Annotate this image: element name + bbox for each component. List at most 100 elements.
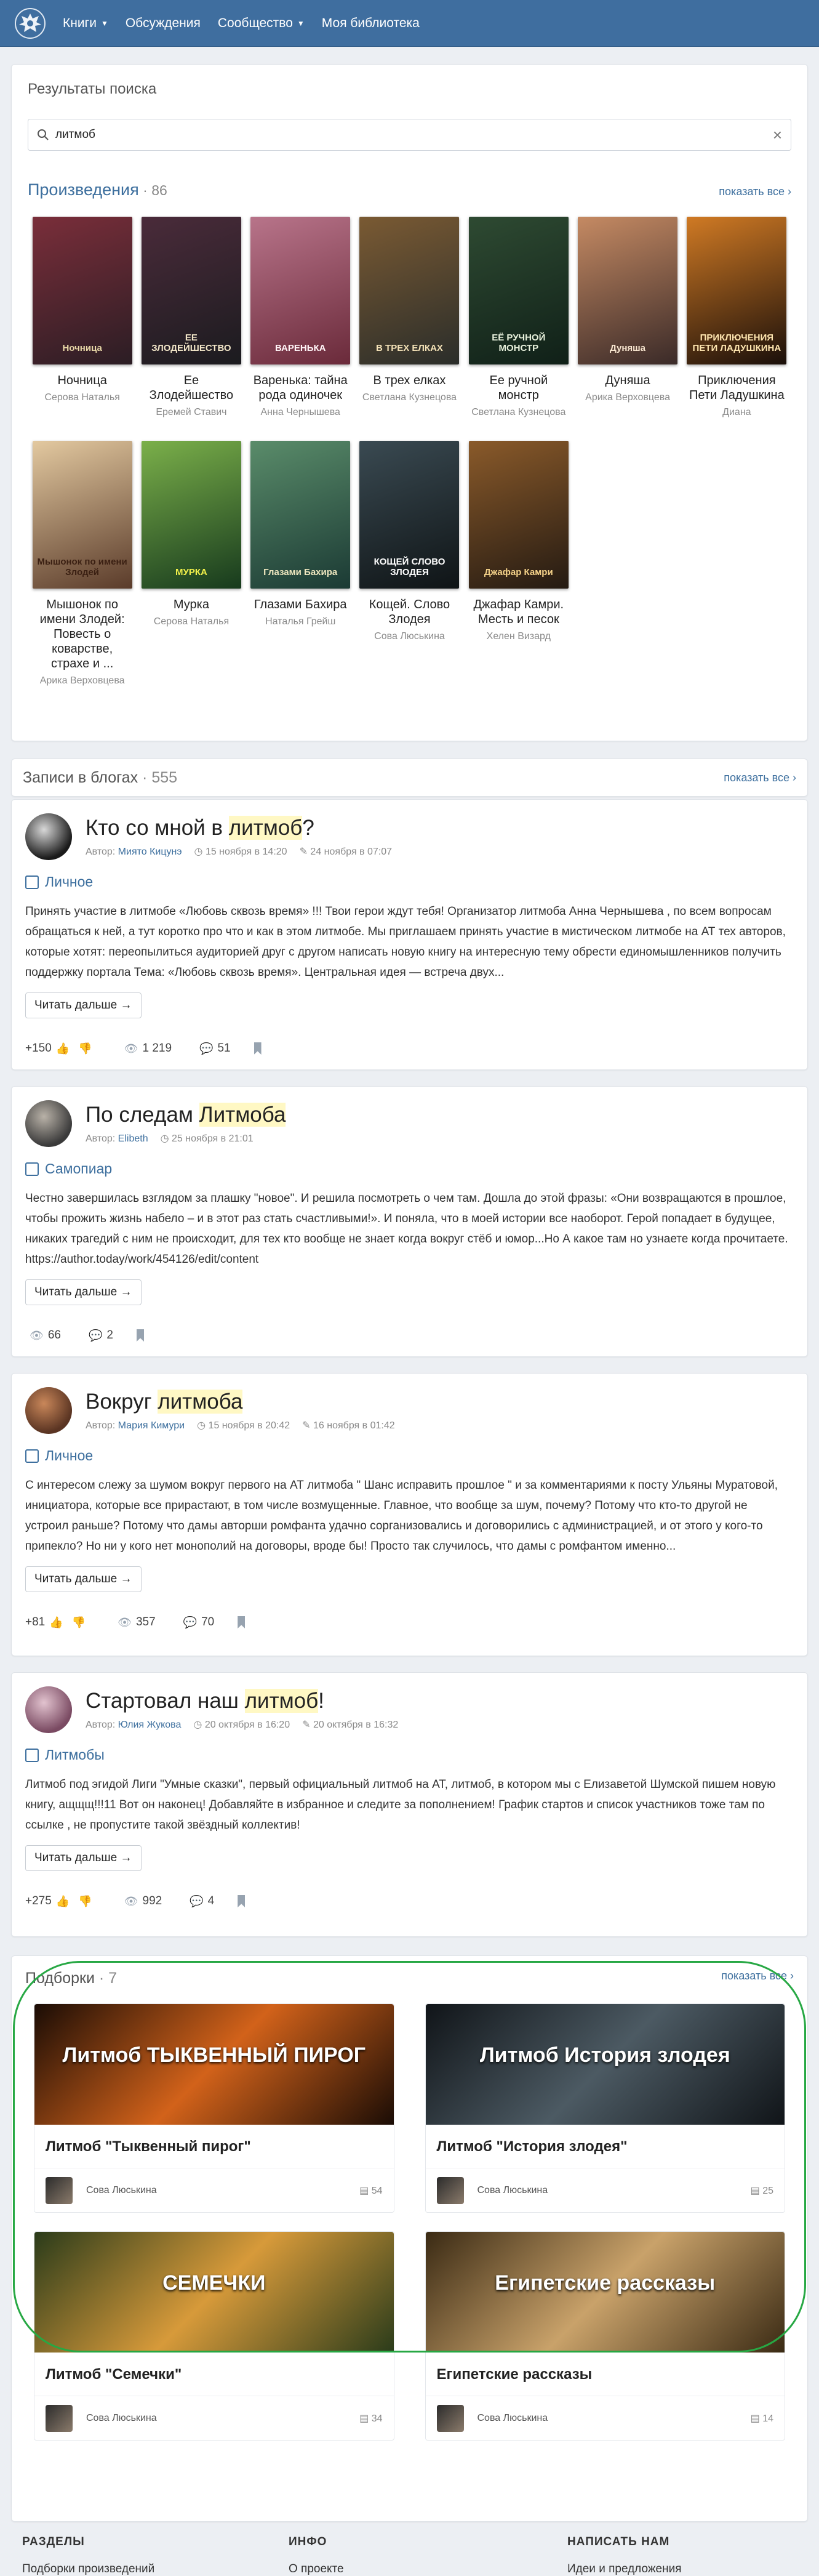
post-title[interactable]: По следам Литмоба xyxy=(86,1103,286,1127)
selection-author[interactable]: Сова Люськина xyxy=(477,2413,751,2424)
post-title[interactable]: Вокруг литмоба xyxy=(86,1390,395,1414)
nav-community[interactable]: Сообщество ▼ xyxy=(218,16,305,31)
book-author[interactable]: Еремей Ставич xyxy=(137,406,246,419)
thumbs-up-icon[interactable]: 👍 xyxy=(56,1895,70,1908)
book-title[interactable]: Кощей. Слово Злодея xyxy=(355,597,464,627)
author-avatar[interactable] xyxy=(25,1387,72,1434)
selection-title[interactable]: Египетские рассказы xyxy=(425,2353,785,2396)
book-cover[interactable]: Джафар Камри xyxy=(468,441,569,589)
post-comments[interactable]: 💬 51 xyxy=(195,1042,231,1055)
nav-books[interactable]: Книги ▼ xyxy=(63,16,108,31)
book-cover[interactable]: В ТРЕХ ЕЛКАХ xyxy=(359,217,460,364)
book-author[interactable]: Серова Наталья xyxy=(137,616,246,628)
footer-link[interactable]: Идеи и предложения xyxy=(567,2562,797,2576)
thumbs-down-icon[interactable]: 👎 xyxy=(78,1042,92,1055)
book-author[interactable]: Светлана Кузнецова xyxy=(464,406,573,419)
book-author[interactable]: Арика Верховцева xyxy=(28,675,137,687)
author-avatar[interactable] xyxy=(25,813,72,860)
selection-author-avatar[interactable] xyxy=(436,2177,464,2204)
thumbs-down-icon[interactable]: 👎 xyxy=(78,1895,92,1908)
book-cover[interactable]: Ночница xyxy=(32,217,132,364)
site-logo[interactable] xyxy=(12,6,48,41)
post-title[interactable]: Кто со мной в литмоб? xyxy=(86,816,392,840)
author-avatar[interactable] xyxy=(25,1686,72,1733)
book-title[interactable]: Ночница xyxy=(28,373,137,388)
book-cover[interactable]: ЕЕ ЗЛОДЕЙШЕСТВО xyxy=(141,217,241,364)
selection-title[interactable]: Литмоб "Тыквенный пирог" xyxy=(34,2125,394,2168)
book-card[interactable]: Мышонок по имени Злодей Мышонок по имени … xyxy=(28,441,137,687)
book-author[interactable]: Анна Чернышева xyxy=(246,406,355,419)
post-comments[interactable]: 💬 4 xyxy=(185,1894,214,1908)
footer-link[interactable]: О проекте xyxy=(289,2562,518,2576)
nav-my-library[interactable]: Моя библиотека xyxy=(322,16,420,31)
selection-author-avatar[interactable] xyxy=(46,2405,73,2432)
book-author[interactable]: Наталья Грейш xyxy=(246,616,355,628)
book-card[interactable]: ПРИКЛЮЧЕНИЯ ПЕТИ ЛАДУШКИНА Приключения Пе… xyxy=(682,217,791,419)
book-cover[interactable]: ВАРЕНЬКА xyxy=(250,217,351,364)
post-title[interactable]: Стартовал наш литмоб! xyxy=(86,1689,398,1713)
nav-discussions[interactable]: Обсуждения xyxy=(126,16,201,31)
post-author-link[interactable]: Мария Кимури xyxy=(118,1420,185,1431)
book-card[interactable]: КОЩЕЙ СЛОВО ЗЛОДЕЯ Кощей. Слово Злодея Сов… xyxy=(355,441,464,687)
bookmark-icon[interactable] xyxy=(238,1616,246,1628)
post-author-link[interactable]: Elibeth xyxy=(118,1133,148,1144)
bookmark-icon[interactable] xyxy=(137,1329,144,1342)
book-author[interactable]: Светлана Кузнецова xyxy=(355,392,464,404)
post-comments[interactable]: 💬 2 xyxy=(84,1329,113,1342)
selection-banner[interactable]: Египетские рассказы xyxy=(425,2232,785,2353)
selection-author-avatar[interactable] xyxy=(46,2177,73,2204)
selection-card[interactable]: Литмоб История злодея Литмоб "История зло… xyxy=(425,2003,785,2213)
author-avatar[interactable] xyxy=(25,1100,72,1147)
footer-link[interactable]: Подборки произведений xyxy=(22,2562,252,2576)
book-title[interactable]: Джафар Камри. Месть и песок xyxy=(464,597,573,627)
read-more-button[interactable]: Читать дальше → xyxy=(25,1279,142,1305)
book-cover[interactable]: Дуняша xyxy=(578,217,678,364)
post-category[interactable]: Личное xyxy=(25,1447,794,1464)
clear-search-icon[interactable]: × xyxy=(773,126,782,145)
read-more-button[interactable]: Читать дальше → xyxy=(25,992,142,1018)
thumbs-up-icon[interactable]: 👍 xyxy=(49,1616,63,1629)
book-cover[interactable]: КОЩЕЙ СЛОВО ЗЛОДЕЯ xyxy=(359,441,460,589)
book-card[interactable]: Глазами Бахира Глазами Бахира Наталья Грей… xyxy=(246,441,355,687)
post-author-link[interactable]: Миято Кицунэ xyxy=(118,847,182,857)
book-card[interactable]: ЕЁ РУЧНОЙ МОНСТР Ее ручной монстр Светлана… xyxy=(464,217,573,419)
thumbs-down-icon[interactable]: 👎 xyxy=(72,1616,86,1629)
book-author[interactable]: Диана xyxy=(682,406,791,419)
selection-author[interactable]: Сова Люськина xyxy=(86,2185,359,2196)
book-title[interactable]: Приключения Пети Ладушкина xyxy=(682,373,791,403)
selection-banner[interactable]: СЕМЕЧКИ xyxy=(34,2232,394,2353)
post-author-link[interactable]: Юлия Жукова xyxy=(118,1720,182,1730)
selection-card[interactable]: Литмоб ТЫКВЕННЫЙ ПИРОГ Литмоб "Тыквенный … xyxy=(34,2003,394,2213)
selection-card[interactable]: СЕМЕЧКИ Литмоб "Семечки" Сова Люськина ▤ 34 xyxy=(34,2231,394,2441)
book-cover[interactable]: Глазами Бахира xyxy=(250,441,351,589)
selection-banner[interactable]: Литмоб ТЫКВЕННЫЙ ПИРОГ xyxy=(34,2004,394,2125)
book-cover[interactable]: Мышонок по имени Злодей xyxy=(32,441,132,589)
book-author[interactable]: Хелен Визард xyxy=(464,630,573,643)
post-category[interactable]: Личное xyxy=(25,874,794,890)
book-cover[interactable]: МУРКА xyxy=(141,441,241,589)
blogs-show-all-link[interactable]: показать все › xyxy=(724,771,796,784)
post-category[interactable]: Литмобы xyxy=(25,1747,794,1763)
read-more-button[interactable]: Читать дальше → xyxy=(25,1566,142,1592)
book-card[interactable]: Дуняша Дуняша Арика Верховцева xyxy=(573,217,682,419)
bookmark-icon[interactable] xyxy=(238,1895,246,1907)
selection-title[interactable]: Литмоб "История злодея" xyxy=(425,2125,785,2168)
book-author[interactable]: Серова Наталья xyxy=(28,392,137,404)
book-title[interactable]: Варенька: тайна рода одиночек xyxy=(246,373,355,403)
post-comments[interactable]: 💬 70 xyxy=(179,1616,215,1629)
selection-author[interactable]: Сова Люськина xyxy=(477,2185,751,2196)
book-card[interactable]: В ТРЕХ ЕЛКАХ В трех елках Светлана Кузнецо… xyxy=(355,217,464,419)
search-input[interactable]: литмоб × xyxy=(28,119,791,151)
book-title[interactable]: Ее Злодейшество xyxy=(137,373,246,403)
book-author[interactable]: Арика Верховцева xyxy=(573,392,682,404)
bookmark-icon[interactable] xyxy=(254,1042,262,1055)
selection-banner[interactable]: Литмоб История злодея xyxy=(425,2004,785,2125)
works-title[interactable]: Произведения · 86 xyxy=(28,180,167,199)
book-title[interactable]: Ее ручной монстр xyxy=(464,373,573,403)
selection-author-avatar[interactable] xyxy=(436,2405,464,2432)
selections-show-all-link[interactable]: показать все › xyxy=(721,1970,794,1987)
book-author[interactable]: Сова Люськина xyxy=(355,630,464,643)
book-card[interactable]: Ночница Ночница Серова Наталья xyxy=(28,217,137,419)
book-title[interactable]: Дуняша xyxy=(573,373,682,388)
book-card[interactable]: ВАРЕНЬКА Варенька: тайна рода одиночек Анн… xyxy=(246,217,355,419)
